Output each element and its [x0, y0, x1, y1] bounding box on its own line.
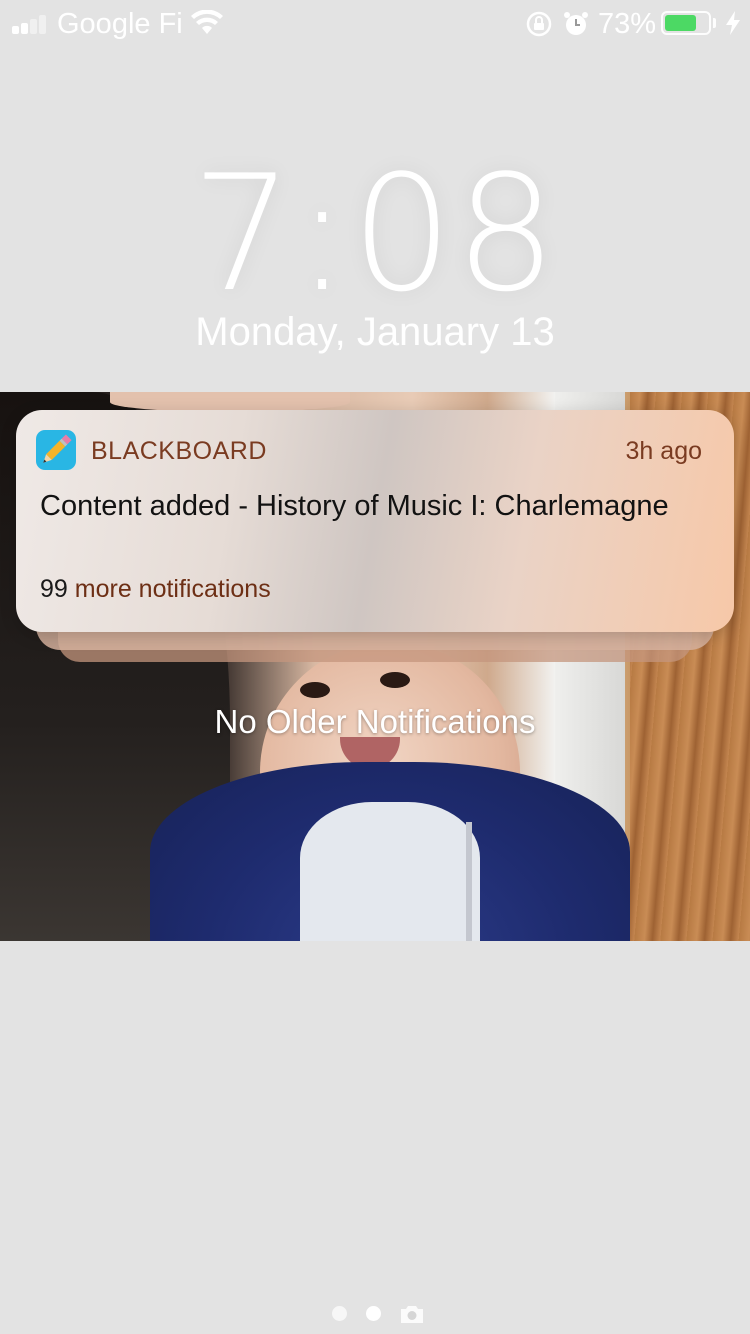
lock-screen-date: Monday, January 13 — [195, 310, 555, 354]
lock-screen-time: 7:08 — [191, 140, 559, 327]
battery-percent: 73% — [598, 8, 657, 40]
charging-bolt-icon — [726, 11, 740, 35]
no-older-notifications-label: No Older Notifications — [214, 703, 536, 740]
notification-message: Content added - History of Music I: Char… — [40, 490, 669, 522]
more-notifications-count: 99 — [40, 575, 68, 603]
wifi-icon — [191, 10, 223, 34]
page-indicator[interactable] — [332, 1304, 432, 1324]
lock-screen: Google Fi 73% 7:08 Monday, January 13 BL… — [0, 0, 750, 1334]
battery-nub — [713, 18, 716, 28]
page-dot[interactable] — [332, 1306, 347, 1321]
notification-app-name: BLACKBOARD — [91, 437, 267, 465]
carrier-name: Google Fi — [57, 8, 183, 40]
battery-level-fill — [665, 15, 696, 31]
more-notifications-label: 99 more notifications — [40, 575, 271, 604]
signal-bars-icon — [12, 14, 52, 34]
notification-time: 3h ago — [625, 437, 702, 465]
notification-card[interactable]: BLACKBOARD 3h ago Content added - Histor… — [16, 410, 734, 632]
page-dot-current[interactable] — [366, 1306, 381, 1321]
pencil-icon — [36, 430, 76, 470]
status-bar: Google Fi 73% — [0, 0, 750, 50]
battery-icon — [661, 11, 711, 35]
more-notifications-text: more notifications — [74, 575, 271, 603]
camera-icon[interactable] — [399, 1304, 425, 1324]
rotation-lock-icon — [526, 11, 552, 37]
alarm-icon — [564, 12, 588, 35]
